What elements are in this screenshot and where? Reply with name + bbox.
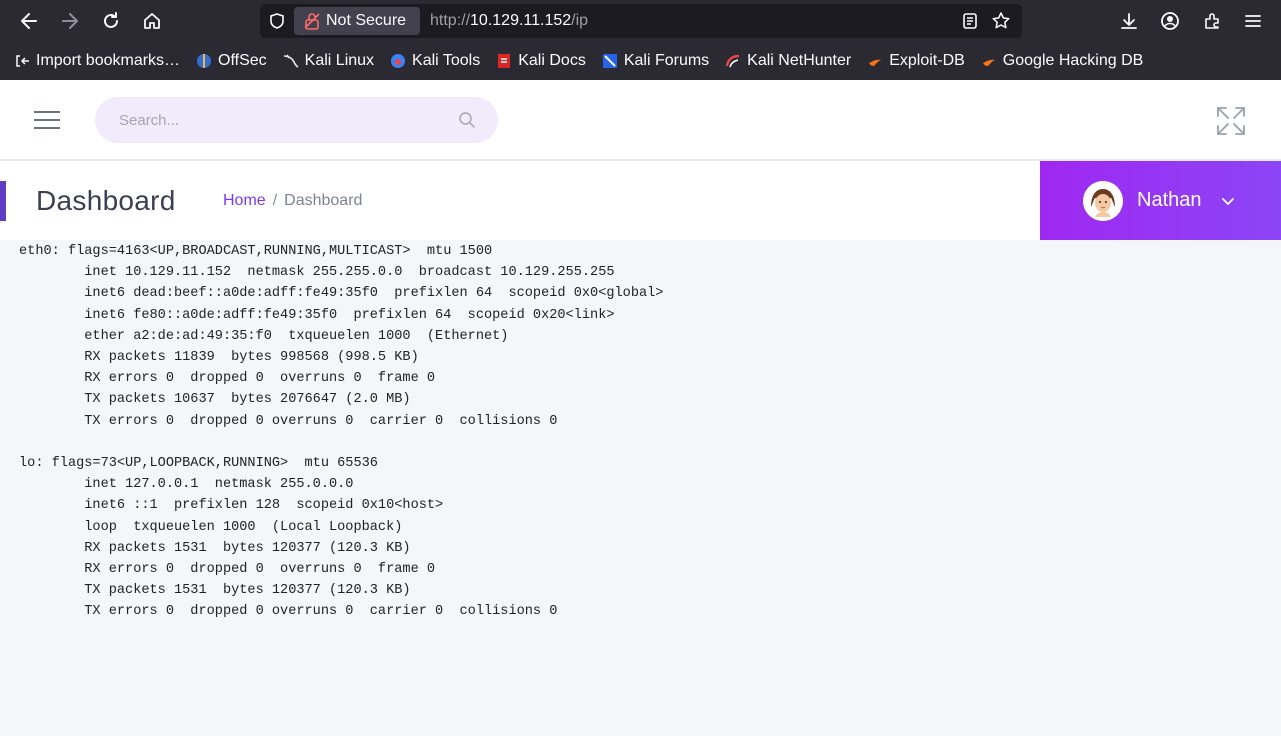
exploit-db-icon: [867, 53, 883, 69]
kali-docs-icon: [496, 53, 512, 69]
download-icon[interactable]: [1114, 6, 1144, 36]
offsec-icon: [196, 53, 212, 69]
search-placeholder: Search...: [119, 112, 180, 129]
bookmark-label: Import bookmarks…: [36, 52, 181, 69]
bookmark-kali-docs[interactable]: Kali Docs: [496, 52, 586, 70]
bookmark-kali-forums[interactable]: Kali Forums: [602, 52, 709, 70]
bookmark-kali-tools[interactable]: Kali Tools: [390, 52, 480, 70]
bookmark-label: Kali NetHunter: [747, 52, 852, 69]
output-line: lo: flags=73<UP,LOOPBACK,RUNNING> mtu 65…: [19, 456, 378, 472]
bookmark-label: Exploit-DB: [889, 52, 965, 69]
hamburger-menu-icon[interactable]: [34, 111, 62, 131]
output-line: RX errors 0 dropped 0 overruns 0 frame 0: [19, 562, 436, 578]
bookmark-import[interactable]: Import bookmarks…: [14, 52, 180, 70]
nethunter-icon: [725, 53, 741, 69]
reload-icon[interactable]: [96, 6, 126, 36]
security-indicator[interactable]: Not Secure: [294, 7, 420, 35]
output-line: eth0: flags=4163<UP,BROADCAST,RUNNING,MU…: [19, 244, 493, 259]
star-icon[interactable]: [991, 11, 1011, 36]
ghdb-icon: [981, 53, 997, 69]
output-line: RX packets 11839 bytes 998568 (998.5 KB): [19, 350, 419, 366]
security-label: Not Secure: [326, 12, 407, 29]
bookmark-label: Kali Linux: [304, 52, 375, 69]
url-scheme: http://: [430, 12, 471, 29]
import-icon: [14, 53, 30, 69]
search-input[interactable]: Search...: [95, 97, 498, 143]
output-line: TX packets 10637 bytes 2076647 (2.0 MB): [19, 392, 411, 408]
fullscreen-icon[interactable]: [1215, 105, 1247, 137]
user-name: Nathan: [1137, 189, 1202, 211]
output-line: inet 127.0.0.1 netmask 255.0.0.0: [19, 477, 354, 493]
url-path: /ip: [571, 12, 589, 29]
output-line: RX packets 1531 bytes 120377 (120.3 KB): [19, 540, 411, 556]
bookmark-ghdb[interactable]: Google Hacking DB: [981, 52, 1144, 70]
output-line: RX errors 0 dropped 0 overruns 0 frame 0: [19, 371, 436, 387]
home-icon[interactable]: [137, 6, 167, 36]
breadcrumb-home-link[interactable]: Home: [223, 192, 266, 209]
user-menu[interactable]: Nathan: [1040, 161, 1281, 240]
url-bar[interactable]: Not Secure http://10.129.11.152/ip: [260, 4, 1022, 38]
header-accent-bar: [0, 181, 6, 221]
output-line: inet 10.129.11.152 netmask 255.255.0.0 b…: [19, 265, 615, 281]
chevron-down-icon[interactable]: [1221, 194, 1235, 208]
kali-dragon-icon: [283, 53, 299, 69]
menu-icon[interactable]: [1238, 6, 1268, 36]
search-icon[interactable]: [458, 111, 476, 129]
bookmark-label: Kali Docs: [518, 52, 586, 69]
lock-slash-icon: [304, 12, 320, 35]
forward-icon[interactable]: [55, 6, 85, 36]
output-line: TX errors 0 dropped 0 overruns 0 carrier…: [19, 604, 558, 620]
back-icon[interactable]: [14, 6, 44, 36]
bookmark-offsec[interactable]: OffSec: [196, 52, 267, 70]
kali-tools-icon: [390, 53, 406, 69]
url-text: http://10.129.11.152/ip: [430, 12, 588, 30]
bookmark-label: Kali Tools: [412, 52, 481, 69]
bookmark-kali-linux[interactable]: Kali Linux: [283, 52, 374, 70]
avatar: [1083, 181, 1123, 221]
breadcrumb-separator: /: [272, 192, 278, 209]
page-title: Dashboard: [36, 185, 176, 216]
app-topbar: Search...: [0, 80, 1281, 161]
output-line: inet6 ::1 prefixlen 128 scopeid 0x10<hos…: [19, 498, 444, 514]
output-line: inet6 dead:beef::a0de:adff:fe49:35f0 pre…: [19, 286, 664, 302]
page-header: Dashboard Home / Dashboard: [0, 161, 1040, 240]
bookmark-exploit-db[interactable]: Exploit-DB: [867, 52, 965, 70]
reader-icon[interactable]: [961, 12, 979, 35]
breadcrumb: Home / Dashboard: [223, 192, 362, 210]
command-output: eth0: flags=4163<UP,BROADCAST,RUNNING,MU…: [19, 241, 663, 623]
browser-toolbar: Not Secure http://10.129.11.152/ip: [0, 0, 1281, 42]
url-host: 10.129.11.152: [470, 12, 572, 29]
bookmark-label: Kali Forums: [623, 52, 710, 69]
bookmark-kali-nethunter[interactable]: Kali NetHunter: [725, 52, 851, 70]
web-page: Search... Dashboard Home / Dashboard Nat…: [0, 80, 1281, 736]
bookmarks-bar: Import bookmarks… OffSec Kali Linux Kali…: [0, 42, 1281, 80]
extensions-icon[interactable]: [1197, 6, 1227, 36]
output-line: inet6 fe80::a0de:adff:fe49:35f0 prefixle…: [19, 307, 615, 323]
bookmark-label: OffSec: [218, 52, 267, 69]
breadcrumb-current: Dashboard: [284, 192, 363, 209]
output-line: TX errors 0 dropped 0 overruns 0 carrier…: [19, 413, 558, 429]
account-icon[interactable]: [1155, 6, 1185, 36]
output-line: ether a2:de:ad:49:35:f0 txqueuelen 1000 …: [19, 328, 509, 344]
output-line: loop txqueuelen 1000 (Local Loopback): [19, 519, 403, 535]
shield-icon[interactable]: [268, 12, 286, 35]
bookmark-label: Google Hacking DB: [1002, 52, 1144, 69]
kali-forums-icon: [602, 53, 618, 69]
output-line: TX packets 1531 bytes 120377 (120.3 KB): [19, 583, 411, 599]
